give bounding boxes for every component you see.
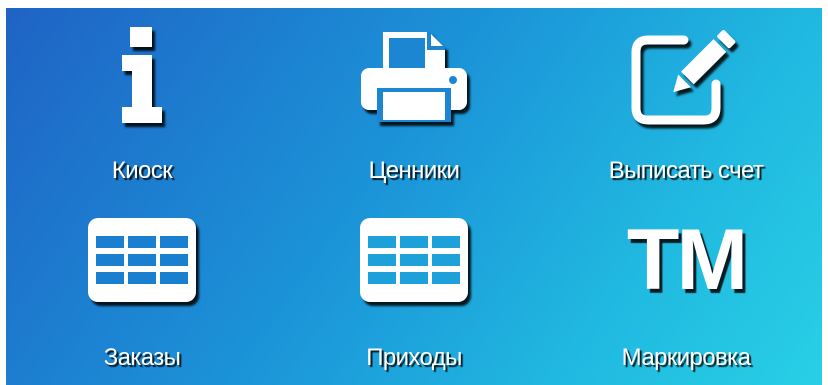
- tile-invoice[interactable]: Выписать счет: [550, 8, 822, 196]
- info-icon: [6, 18, 278, 133]
- tm-icon: TM: [550, 204, 822, 316]
- tile-marking[interactable]: TM Маркировка: [550, 198, 822, 385]
- tile-receipts[interactable]: Приходы: [278, 198, 550, 385]
- tile-price-tags[interactable]: Ценники: [278, 8, 550, 196]
- tile-orders[interactable]: Заказы: [6, 198, 278, 385]
- menu-panel: Киоск Ценники Выписать счет Заказы Прихо…: [6, 8, 822, 385]
- tile-label: Маркировка: [621, 344, 751, 371]
- edit-icon: [550, 18, 822, 133]
- printer-icon: [278, 18, 550, 133]
- tile-label: Приходы: [366, 344, 462, 371]
- table-icon: [278, 204, 550, 316]
- tile-label: Заказы: [103, 344, 181, 371]
- tile-label: Киоск: [111, 157, 173, 184]
- table-icon: [6, 204, 278, 316]
- tile-label: Ценники: [368, 157, 460, 184]
- tile-label: Выписать счет: [608, 157, 764, 184]
- tile-kiosk[interactable]: Киоск: [6, 8, 278, 196]
- tm-icon-text: TM: [626, 212, 748, 308]
